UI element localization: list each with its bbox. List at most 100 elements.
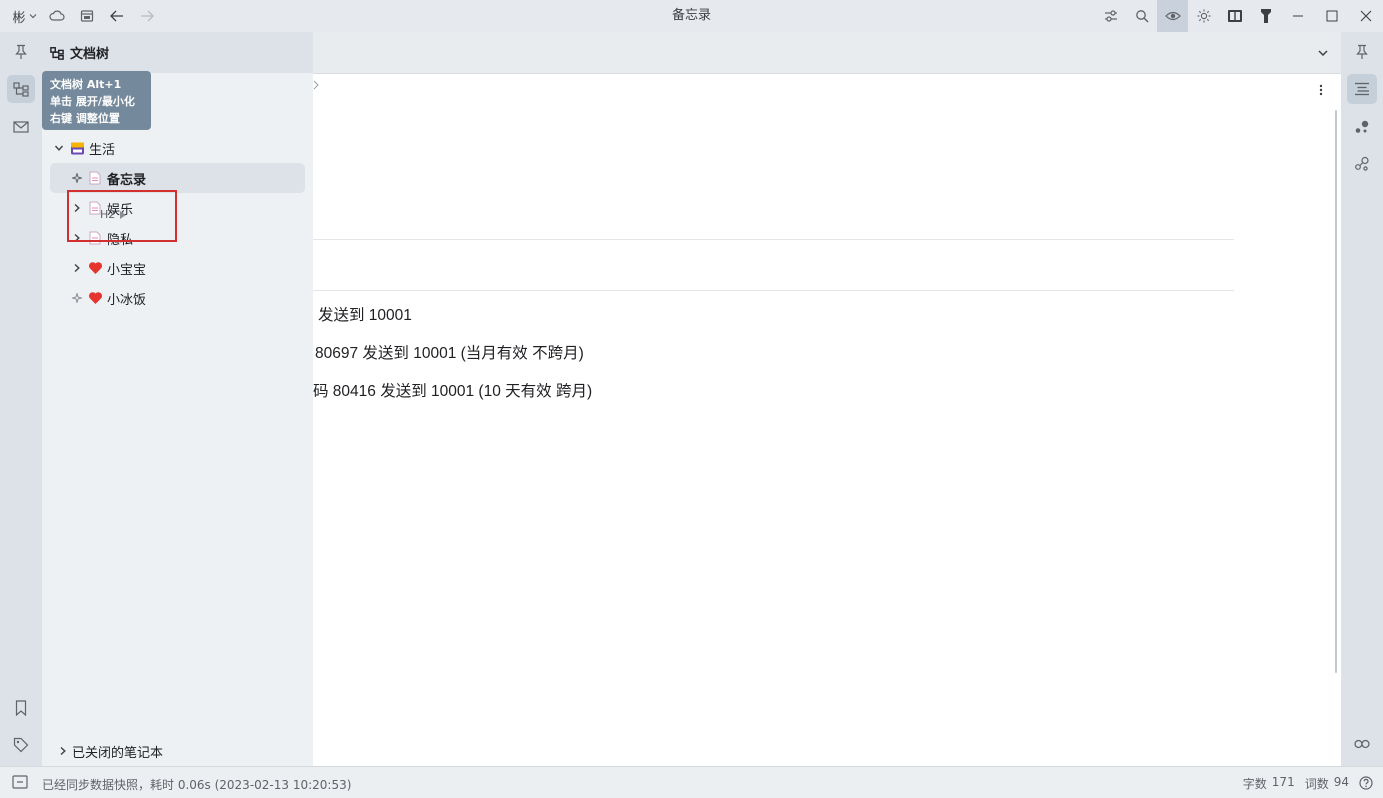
title-bar: 备忘录 彬	[0, 0, 1383, 32]
char-count: 字数 171	[1243, 775, 1295, 792]
highlight-box	[67, 190, 177, 242]
paragraph[interactable]: 80697 发送到 10001 (当月有效 不跨月)	[315, 341, 584, 363]
more-menu-button[interactable]	[1313, 81, 1329, 99]
document-icon	[86, 169, 104, 187]
sync-status: 已经同步数据快照，耗时 0.06s (2023-02-13 10:20:53)	[42, 778, 352, 792]
help-icon	[1359, 776, 1373, 790]
calendar-icon	[80, 10, 94, 22]
sliders-icon	[1104, 10, 1117, 22]
back-button[interactable]	[102, 0, 132, 32]
tag-dock-button[interactable]	[7, 731, 35, 759]
chevron-down-icon	[29, 14, 36, 19]
tree-item-label: 小冰饭	[107, 292, 147, 308]
right-dock	[1341, 32, 1383, 766]
left-dock	[0, 32, 42, 766]
char-count-label: 字数	[1242, 776, 1267, 791]
breadcrumb-separator-icon	[313, 80, 319, 90]
bookmark-dock-button[interactable]	[7, 694, 35, 722]
outline-button[interactable]	[1347, 74, 1377, 104]
sparkle-icon	[68, 289, 86, 307]
settings-button[interactable]	[1095, 0, 1126, 32]
graph-button[interactable]	[1347, 112, 1377, 142]
minimize-icon	[1293, 15, 1303, 17]
sync-button[interactable]	[42, 0, 72, 32]
search-button[interactable]	[1126, 0, 1157, 32]
dock-icon	[12, 775, 28, 789]
more-vertical-icon	[1319, 84, 1323, 96]
plugin-button[interactable]	[1250, 0, 1281, 32]
tooltip-line: 单击 展开/最小化	[50, 95, 135, 108]
tree-item-label: 小宝宝	[107, 262, 147, 278]
help-button[interactable]	[1359, 776, 1373, 790]
divider	[313, 239, 1234, 240]
maximize-button[interactable]	[1315, 0, 1349, 32]
link-icon	[1354, 739, 1370, 749]
paragraph[interactable]: 发送到 10001	[318, 303, 412, 325]
word-count: 词数 94	[1305, 775, 1349, 792]
title-bar-right	[1095, 0, 1383, 32]
tree-item-notebook[interactable]: 生活	[50, 133, 305, 163]
editor-scrollbar[interactable]	[1335, 110, 1337, 673]
backlinks-button[interactable]	[1347, 729, 1377, 759]
graph-icon	[1355, 156, 1369, 171]
chevron-down-icon	[1318, 50, 1328, 57]
book-icon	[1227, 10, 1242, 22]
tree-icon	[13, 82, 29, 97]
close-icon	[1360, 10, 1372, 22]
notebook-icon	[68, 139, 86, 157]
closed-notebooks-label: 已关闭的笔记本	[72, 745, 164, 761]
pin-right-dock-button[interactable]	[1347, 37, 1377, 67]
pin-icon	[1356, 44, 1368, 59]
arrow-left-icon	[110, 10, 123, 22]
tab-bar	[313, 32, 1341, 74]
file-tree-header: 文档树	[42, 32, 313, 73]
title-bar-left: 彬	[8, 0, 162, 32]
read-mode-button[interactable]	[1157, 0, 1188, 32]
word-count-label: 词数	[1304, 776, 1329, 791]
outline-icon	[1355, 82, 1369, 96]
maximize-icon	[1326, 10, 1338, 22]
tree-item-document[interactable]: 备忘录	[50, 163, 305, 193]
chevron-right-icon[interactable]	[68, 259, 86, 277]
file-tree-panel: 文档树 生活 备忘录 娱乐 隐私 小宝宝 小冰饭 已关闭的笔记本	[42, 32, 313, 766]
forward-button[interactable]	[132, 0, 162, 32]
divider	[313, 290, 1234, 291]
tab-list-button[interactable]	[1313, 43, 1333, 63]
tooltip-line: 文档树 Alt+1	[50, 78, 122, 91]
chevron-right-icon	[54, 742, 72, 760]
mail-icon	[13, 121, 29, 133]
chevron-down-icon[interactable]	[50, 139, 68, 157]
workspace-menu-button[interactable]: 彬	[8, 0, 42, 32]
editor[interactable]: 发送到 10001 80697 发送到 10001 (当月有效 不跨月) 码 8…	[313, 74, 1341, 766]
closed-notebooks-toggle[interactable]: 已关闭的笔记本	[54, 738, 163, 764]
minimize-button[interactable]	[1281, 0, 1315, 32]
close-button[interactable]	[1349, 0, 1383, 32]
sparkle-icon	[68, 169, 86, 187]
theme-button[interactable]	[1188, 0, 1219, 32]
tree-item-document[interactable]: 小宝宝	[50, 253, 305, 283]
tag-icon	[13, 737, 29, 753]
char-count-value: 171	[1271, 774, 1295, 789]
heart-icon	[86, 259, 104, 277]
tree-item-label: 备忘录	[107, 172, 147, 188]
heart-icon	[86, 289, 104, 307]
paragraph[interactable]: 码 80416 发送到 10001 (10 天有效 跨月)	[313, 379, 592, 401]
tree-icon	[50, 46, 64, 60]
status-bar: 已经同步数据快照，耗时 0.06s (2023-02-13 10:20:53) …	[0, 766, 1383, 798]
inbox-dock-button[interactable]	[7, 113, 35, 141]
global-graph-button[interactable]	[1347, 149, 1377, 179]
layout-button[interactable]	[1219, 0, 1250, 32]
dock-toggle-button[interactable]	[12, 775, 30, 791]
pin-icon	[15, 44, 27, 59]
bookmark-icon	[15, 700, 27, 716]
file-tree-title: 文档树	[70, 47, 110, 62]
file-tree-dock-button[interactable]	[7, 75, 35, 103]
word-count-value: 94	[1333, 774, 1349, 789]
flashlight-icon	[1260, 9, 1271, 23]
bubbles-icon	[1355, 120, 1369, 133]
tree-item-document[interactable]: 小冰饭	[50, 283, 305, 313]
calendar-button[interactable]	[72, 0, 102, 32]
pin-dock-button[interactable]	[7, 38, 35, 66]
search-icon	[1135, 10, 1148, 23]
cloud-icon	[49, 10, 65, 21]
